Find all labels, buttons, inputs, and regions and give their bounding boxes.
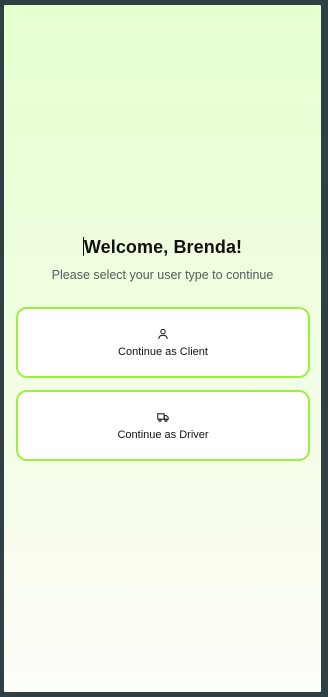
page-title: Welcome, Brenda! xyxy=(4,237,321,258)
client-option-label: Continue as Client xyxy=(118,345,208,358)
welcome-title: Welcome, Brenda! xyxy=(83,237,243,257)
page-subtitle: Please select your user type to continue xyxy=(51,268,274,282)
app-screen: Welcome, Brenda! Please select your user… xyxy=(4,5,321,692)
truck-icon xyxy=(157,412,169,422)
user-icon xyxy=(158,328,168,339)
driver-option-label: Continue as Driver xyxy=(117,428,209,441)
continue-as-driver-button[interactable]: Continue as Driver xyxy=(16,390,310,461)
continue-as-client-button[interactable]: Continue as Client xyxy=(16,307,310,378)
